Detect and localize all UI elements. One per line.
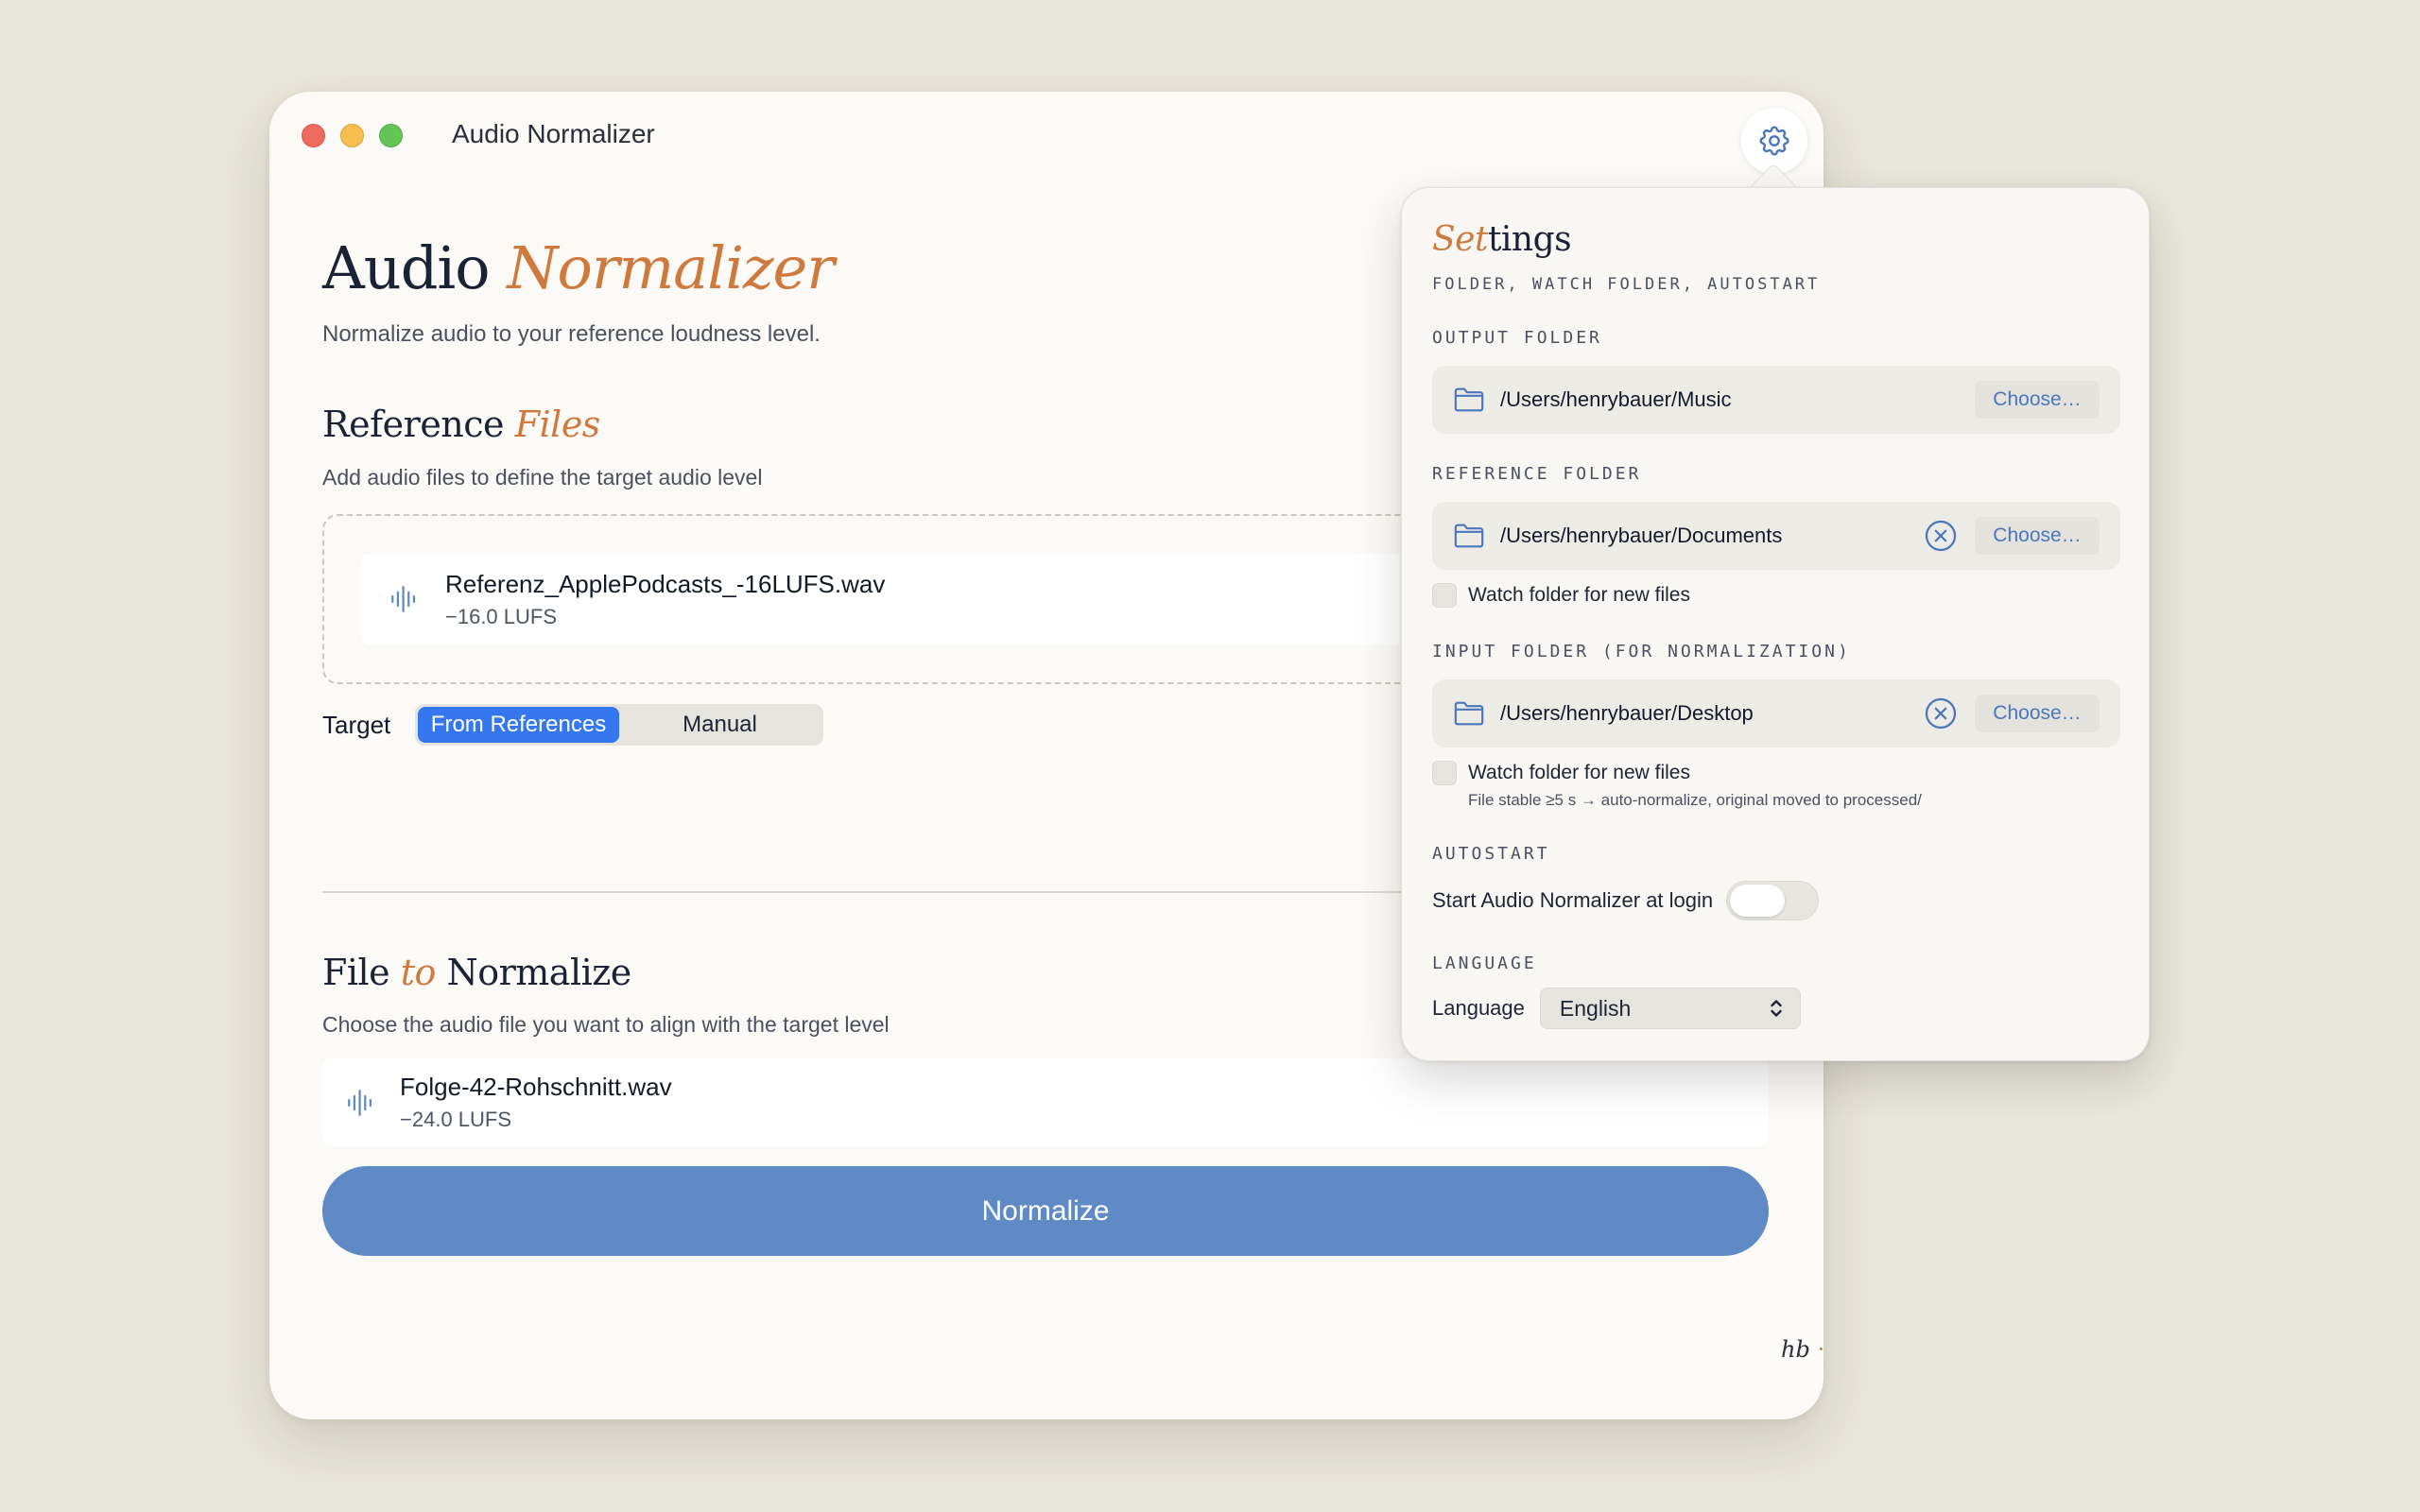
- reference-folder-clear-button[interactable]: [1924, 519, 1958, 553]
- language-select[interactable]: English: [1539, 988, 1801, 1029]
- language-section-label: LANGUAGE: [1432, 954, 1537, 973]
- normalize-button[interactable]: Normalize: [322, 1166, 1769, 1256]
- clear-circle-icon: [1925, 520, 1957, 552]
- input-folder-path: /Users/henrybauer/Desktop: [1500, 701, 1754, 725]
- normalize-file-lufs: −24.0 LUFS: [400, 1108, 512, 1131]
- input-folder-choose-button[interactable]: Choose…: [1975, 695, 2100, 732]
- waveform-icon: [391, 586, 416, 612]
- autostart-toggle[interactable]: [1726, 881, 1820, 920]
- output-folder-row: /Users/henrybauer/Music Choose…: [1432, 366, 2120, 434]
- input-folder-label: INPUT FOLDER (FOR NORMALIZATION): [1432, 642, 1851, 662]
- zoom-window-button[interactable]: [379, 124, 403, 147]
- output-folder-choose-button[interactable]: Choose…: [1975, 381, 2100, 419]
- page-subtitle: Normalize audio to your reference loudne…: [322, 321, 821, 347]
- settings-popover: Settings FOLDER, WATCH FOLDER, AUTOSTART…: [1401, 187, 2150, 1061]
- reference-file-lufs: −16.0 LUFS: [445, 604, 558, 628]
- normalize-file-item[interactable]: Folge-42-Rohschnitt.wav −24.0 LUFS: [322, 1058, 1769, 1146]
- input-watch-row: Watch folder for new files: [1432, 761, 1690, 785]
- input-watch-label: Watch folder for new files: [1468, 762, 1690, 783]
- folder-icon: [1454, 387, 1484, 412]
- reference-file-name: Referenz_ApplePodcasts_-16LUFS.wav: [445, 569, 886, 598]
- target-row: Target From References Manual: [322, 704, 823, 746]
- language-field-label: Language: [1432, 996, 1525, 1020]
- toggle-knob: [1730, 885, 1786, 917]
- normalize-file-name: Folge-42-Rohschnitt.wav: [400, 1073, 672, 1101]
- target-manual-option[interactable]: Manual: [619, 707, 821, 743]
- file-to-normalize-heading: File to Normalize: [322, 952, 631, 993]
- autostart-toggle-label: Start Audio Normalizer at login: [1432, 888, 1714, 912]
- gear-icon: [1759, 126, 1789, 156]
- settings-button[interactable]: [1741, 108, 1807, 174]
- clear-circle-icon: [1925, 697, 1957, 730]
- file-to-normalize-description: Choose the audio file you want to align …: [322, 1012, 890, 1037]
- input-folder-row: /Users/henrybauer/Desktop Choose…: [1432, 679, 2120, 747]
- minimize-window-button[interactable]: [340, 124, 364, 147]
- language-row: Language English: [1432, 988, 1801, 1029]
- window-title: Audio Normalizer: [452, 119, 655, 148]
- autostart-label: AUTOSTART: [1432, 844, 1550, 864]
- page-title: Audio Normalizer: [322, 233, 835, 302]
- settings-title: Settings: [1432, 220, 1572, 259]
- reference-folder-choose-button[interactable]: Choose…: [1975, 517, 2100, 555]
- reference-watch-label: Watch folder for new files: [1468, 584, 1690, 606]
- window-controls: [302, 124, 403, 147]
- output-folder-path: /Users/henrybauer/Music: [1500, 387, 1732, 411]
- target-from-references-option[interactable]: From References: [418, 707, 619, 743]
- input-watch-hint: File stable ≥5 s → auto-normalize, origi…: [1468, 791, 1922, 809]
- input-folder-clear-button[interactable]: [1924, 696, 1958, 730]
- folder-icon: [1454, 524, 1484, 548]
- reference-folder-path: /Users/henrybauer/Documents: [1500, 524, 1783, 547]
- close-window-button[interactable]: [302, 124, 325, 147]
- target-label: Target: [322, 710, 391, 739]
- reference-watch-checkbox[interactable]: [1432, 583, 1457, 608]
- output-folder-label: OUTPUT FOLDER: [1432, 328, 1602, 348]
- settings-subtitle: FOLDER, WATCH FOLDER, AUTOSTART: [1432, 275, 1821, 294]
- reference-folder-label: REFERENCE FOLDER: [1432, 464, 1642, 484]
- waveform-icon: [348, 1089, 372, 1116]
- reference-files-heading: Reference Files: [322, 404, 600, 445]
- folder-icon: [1454, 701, 1484, 726]
- language-selected-value: English: [1559, 995, 1632, 1021]
- chevron-up-down-icon: [1771, 1000, 1782, 1017]
- footer-signature: hb ·: [1781, 1336, 1825, 1363]
- autostart-row: Start Audio Normalizer at login: [1432, 881, 1820, 920]
- target-segmented-control: From References Manual: [415, 704, 823, 746]
- reference-folder-row: /Users/henrybauer/Documents Choose…: [1432, 502, 2120, 570]
- reference-watch-row: Watch folder for new files: [1432, 583, 1690, 608]
- input-watch-checkbox[interactable]: [1432, 761, 1457, 785]
- reference-files-description: Add audio files to define the target aud…: [322, 465, 763, 490]
